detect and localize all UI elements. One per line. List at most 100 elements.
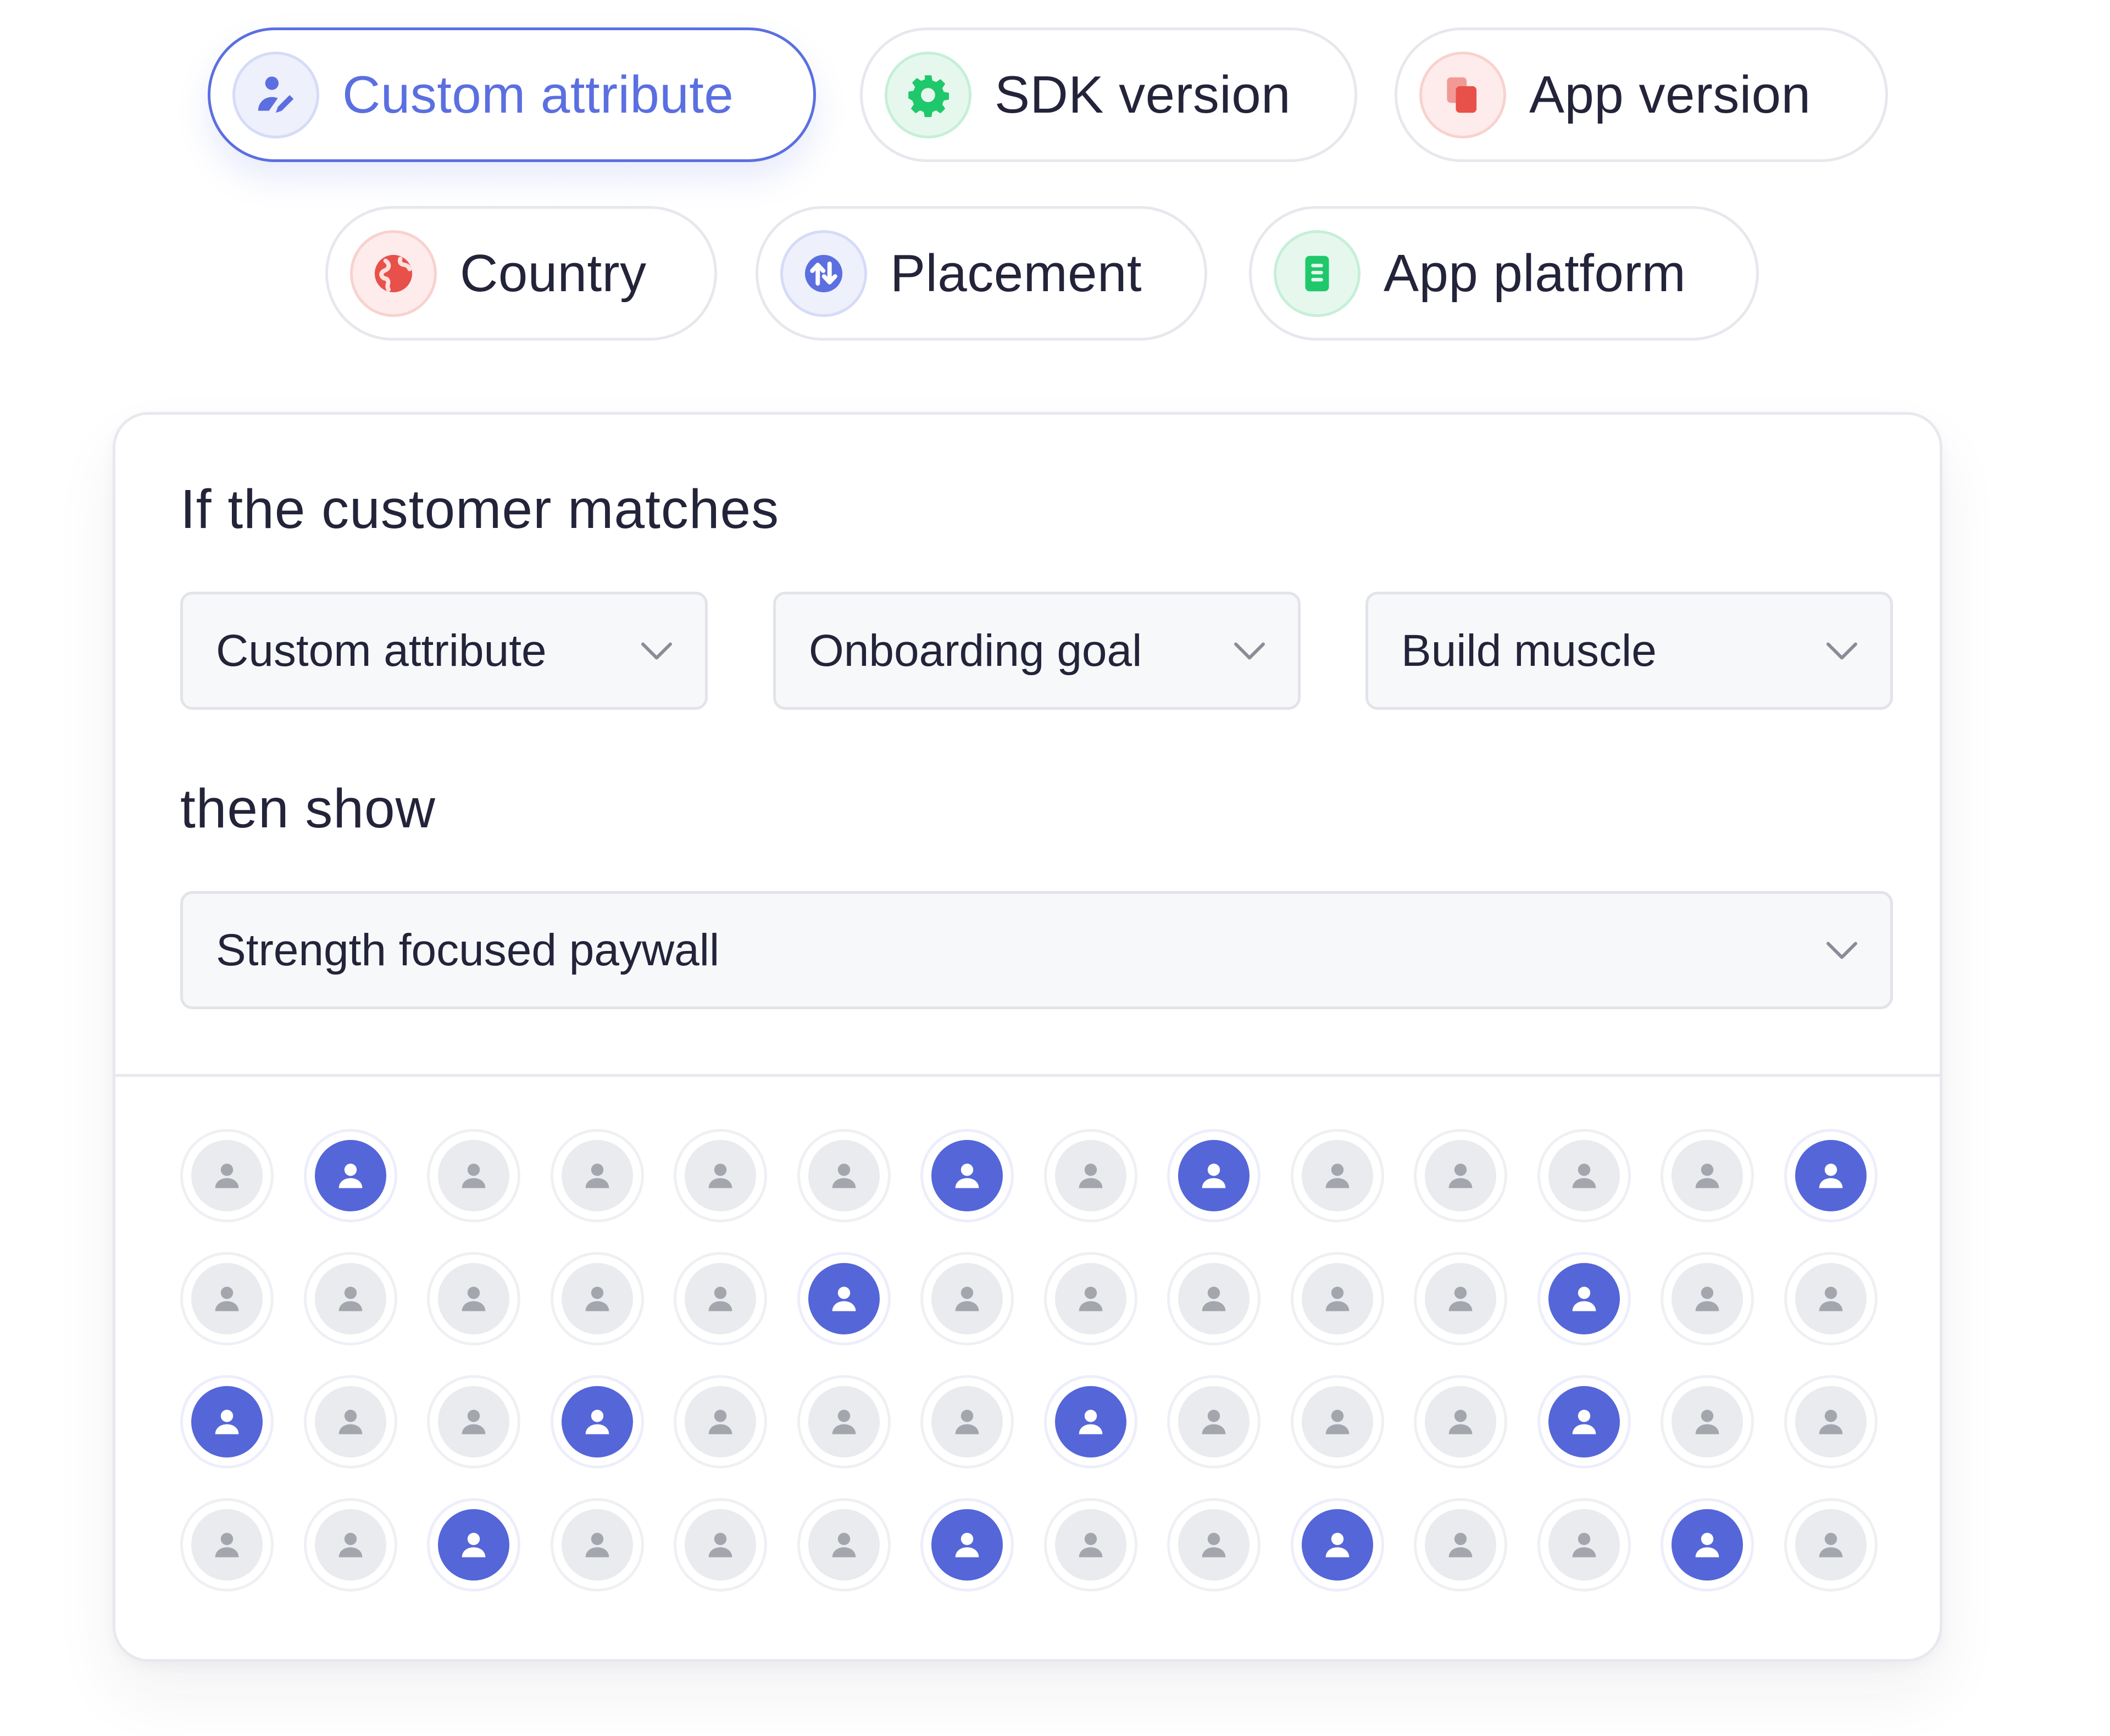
- person-icon: [338, 1533, 362, 1557]
- avatar: [674, 1129, 767, 1222]
- section-divider: [115, 1074, 1940, 1077]
- person-icon: [1448, 1533, 1473, 1557]
- paywall-select[interactable]: Strength focused paywall: [180, 891, 1893, 1009]
- avatar-highlighted: [1167, 1129, 1261, 1222]
- avatar-core: [808, 1386, 880, 1457]
- person-icon: [1202, 1287, 1226, 1311]
- avatar-core: [314, 1386, 386, 1457]
- chevron-down-icon: [1826, 942, 1857, 959]
- attribute-value-select[interactable]: Build muscle: [1365, 592, 1893, 710]
- person-icon: [338, 1287, 362, 1311]
- avatar-core: [191, 1140, 263, 1211]
- avatar: [1167, 1375, 1261, 1468]
- filter-app-platform[interactable]: App platform: [1249, 206, 1759, 341]
- avatar-highlighted: [427, 1498, 520, 1592]
- avatar-core: [561, 1140, 633, 1211]
- person-icon: [1202, 1164, 1226, 1188]
- filter-custom-attribute[interactable]: Custom attribute: [208, 27, 816, 162]
- avatar-core: [1548, 1509, 1620, 1581]
- filter-label: App version: [1529, 65, 1811, 124]
- avatar-core: [931, 1509, 1003, 1581]
- person-icon: [1695, 1164, 1719, 1188]
- avatar-core: [1178, 1386, 1250, 1457]
- avatar-core: [1425, 1263, 1496, 1334]
- avatar-core: [438, 1386, 509, 1457]
- avatar: [674, 1375, 767, 1468]
- person-icon: [1695, 1287, 1719, 1311]
- filter-label: Country: [460, 243, 647, 303]
- avatar-core: [561, 1263, 633, 1334]
- copy-icon: [1419, 51, 1506, 138]
- person-icon: [708, 1533, 732, 1557]
- filter-placement[interactable]: Placement: [756, 206, 1207, 341]
- avatar-core: [685, 1386, 756, 1457]
- condition-heading: If the customer matches: [180, 478, 780, 540]
- avatar-core: [1178, 1140, 1250, 1211]
- avatar: [1414, 1375, 1507, 1468]
- avatar-highlighted: [550, 1375, 644, 1468]
- avatar-core: [1548, 1263, 1620, 1334]
- avatar: [797, 1129, 891, 1222]
- person-icon: [338, 1164, 362, 1188]
- person-icon: [585, 1410, 609, 1434]
- avatar: [180, 1252, 274, 1345]
- person-icon: [215, 1164, 239, 1188]
- avatar-core: [1795, 1263, 1867, 1334]
- avatar: [1167, 1498, 1261, 1592]
- attribute-type-select[interactable]: Custom attribute: [180, 592, 708, 710]
- avatar: [550, 1129, 644, 1222]
- segment-rule-panel: Custom attribute SDK version App version: [0, 0, 2110, 1736]
- avatar: [1661, 1129, 1754, 1222]
- avatar: [1290, 1375, 1384, 1468]
- avatar: [1167, 1252, 1261, 1345]
- person-icon: [1202, 1533, 1226, 1557]
- person-icon: [1695, 1410, 1719, 1434]
- avatar: [1043, 1252, 1137, 1345]
- person-icon: [215, 1287, 239, 1311]
- rule-card: If the customer matches Custom attribute…: [113, 412, 1942, 1662]
- avatar-core: [931, 1140, 1003, 1211]
- filter-label: App platform: [1384, 243, 1686, 303]
- person-icon: [1448, 1287, 1473, 1311]
- person-icon: [1819, 1533, 1842, 1557]
- avatar-highlighted: [920, 1498, 1014, 1592]
- avatar: [1784, 1498, 1878, 1592]
- person-icon: [1202, 1410, 1226, 1434]
- avatar: [427, 1252, 520, 1345]
- avatar: [1414, 1252, 1507, 1345]
- avatar-core: [1054, 1509, 1126, 1581]
- person-icon: [585, 1164, 609, 1188]
- avatar-core: [314, 1509, 386, 1581]
- avatar-highlighted: [1661, 1498, 1754, 1592]
- avatar-highlighted: [920, 1129, 1014, 1222]
- person-icon: [708, 1410, 732, 1434]
- avatar: [303, 1252, 397, 1345]
- avatar-core: [1301, 1386, 1373, 1457]
- avatar-core: [314, 1263, 386, 1334]
- person-icon: [832, 1164, 856, 1188]
- avatar-core: [1795, 1140, 1867, 1211]
- person-icon: [708, 1164, 732, 1188]
- person-icon: [1079, 1164, 1102, 1188]
- attribute-key-select[interactable]: Onboarding goal: [773, 592, 1301, 710]
- person-icon: [1448, 1164, 1473, 1188]
- person-icon: [708, 1287, 732, 1311]
- avatar-core: [685, 1263, 756, 1334]
- filter-country[interactable]: Country: [325, 206, 717, 341]
- select-value: Onboarding goal: [809, 625, 1142, 676]
- avatar-highlighted: [1537, 1375, 1631, 1468]
- avatar: [1414, 1498, 1507, 1592]
- filter-sdk-version[interactable]: SDK version: [860, 27, 1357, 162]
- avatar: [1661, 1375, 1754, 1468]
- avatar-core: [1672, 1140, 1743, 1211]
- person-icon: [462, 1410, 486, 1434]
- globe-icon: [350, 230, 437, 317]
- avatar-core: [931, 1386, 1003, 1457]
- avatar-core: [1054, 1263, 1126, 1334]
- filter-app-version[interactable]: App version: [1395, 27, 1888, 162]
- person-icon: [955, 1164, 979, 1188]
- avatar-highlighted: [180, 1375, 274, 1468]
- avatar: [427, 1375, 520, 1468]
- avatar-core: [1054, 1386, 1126, 1457]
- avatar-core: [191, 1263, 263, 1334]
